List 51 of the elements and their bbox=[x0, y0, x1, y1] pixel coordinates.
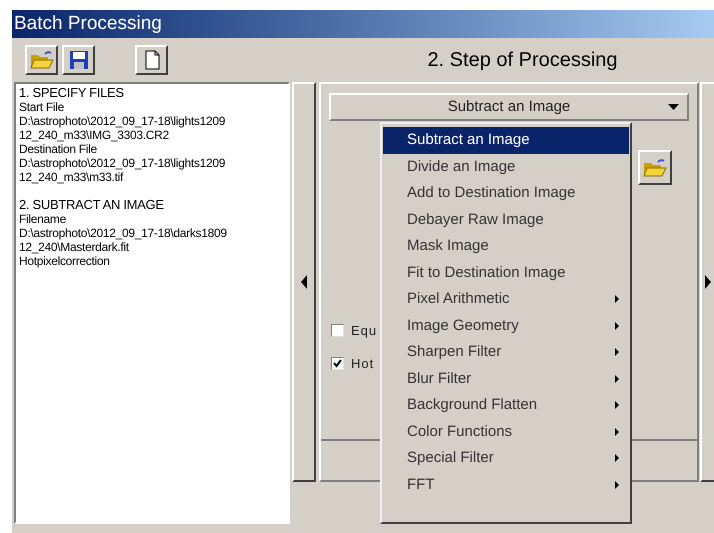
checkbox-label: Equ bbox=[351, 322, 378, 340]
menu-item[interactable]: Debayer Raw Image bbox=[383, 206, 629, 233]
script-line: Filename bbox=[19, 212, 66, 226]
submenu-arrow-icon bbox=[615, 480, 619, 489]
submenu-arrow-icon bbox=[615, 428, 619, 436]
save-button[interactable] bbox=[62, 45, 95, 75]
checkbox[interactable] bbox=[331, 356, 344, 370]
folder-icon bbox=[30, 50, 54, 70]
checkbox[interactable] bbox=[331, 324, 344, 338]
menu-item[interactable]: Fit to Destination Image bbox=[383, 260, 629, 286]
menu-item[interactable]: Divide an Image bbox=[383, 154, 629, 180]
menu-item[interactable]: Subtract an Image bbox=[383, 127, 629, 154]
new-button[interactable] bbox=[135, 45, 168, 75]
menu-item[interactable]: Special Filter bbox=[383, 445, 629, 472]
script-line: Start File bbox=[19, 100, 64, 114]
menu-item[interactable]: Pixel Arithmetic bbox=[383, 286, 629, 312]
menu-item[interactable]: Add to Destination Image bbox=[383, 180, 629, 206]
checkbox-label: Hot bbox=[351, 354, 374, 372]
menu-item[interactable]: Image Geometry bbox=[383, 312, 629, 339]
script-line: 12_240_m33\m33.tif bbox=[19, 170, 124, 184]
script-line: D:\astrophoto\2012_09_17-18\lights1209 bbox=[19, 114, 226, 128]
folder-icon bbox=[643, 158, 667, 178]
script-line: D:\astrophoto\2012_09_17-18\darks1809 bbox=[19, 226, 227, 240]
submenu-arrow-icon bbox=[615, 348, 619, 356]
section-heading: 2. SUBTRACT AN IMAGE bbox=[19, 198, 164, 212]
submenu-arrow-icon bbox=[615, 454, 619, 462]
menu-item[interactable]: Sharpen Filter bbox=[383, 339, 629, 366]
script-line: 12_240\Masterdark.fit bbox=[19, 240, 129, 254]
menu-item[interactable]: Blur Filter bbox=[383, 366, 629, 392]
script-line: 12_240_m33\IMG_3303.CR2 bbox=[19, 128, 169, 142]
dropdown-arrow-icon bbox=[668, 104, 679, 110]
submenu-arrow-icon bbox=[615, 374, 619, 383]
previous-step-button[interactable] bbox=[292, 82, 316, 482]
open-button[interactable] bbox=[25, 45, 58, 75]
right-arrow-icon bbox=[705, 275, 711, 289]
submenu-arrow-icon bbox=[615, 401, 619, 410]
script-line: Hotpixelcorrection bbox=[19, 254, 110, 268]
window-title: Batch Processing bbox=[14, 12, 162, 36]
menu-item[interactable]: Background Flatten bbox=[383, 392, 629, 418]
open-file-button[interactable] bbox=[638, 150, 672, 185]
section-heading: 1. SPECIFY FILES bbox=[19, 86, 124, 100]
submenu-arrow-icon bbox=[615, 322, 619, 330]
step-dropdown[interactable]: Subtract an Image bbox=[329, 93, 689, 121]
script-line: D:\astrophoto\2012_09_17-18\lights1209 bbox=[19, 156, 226, 170]
left-arrow-icon bbox=[301, 275, 307, 289]
menu-item[interactable]: Mask Image bbox=[383, 233, 629, 260]
menu-item[interactable]: FFT bbox=[383, 472, 629, 498]
step-heading: 2. Step of Processing bbox=[427, 48, 618, 73]
menu-item[interactable]: Color Functions bbox=[383, 418, 629, 445]
script-line: Destination File bbox=[19, 142, 97, 156]
submenu-arrow-icon bbox=[615, 295, 619, 304]
